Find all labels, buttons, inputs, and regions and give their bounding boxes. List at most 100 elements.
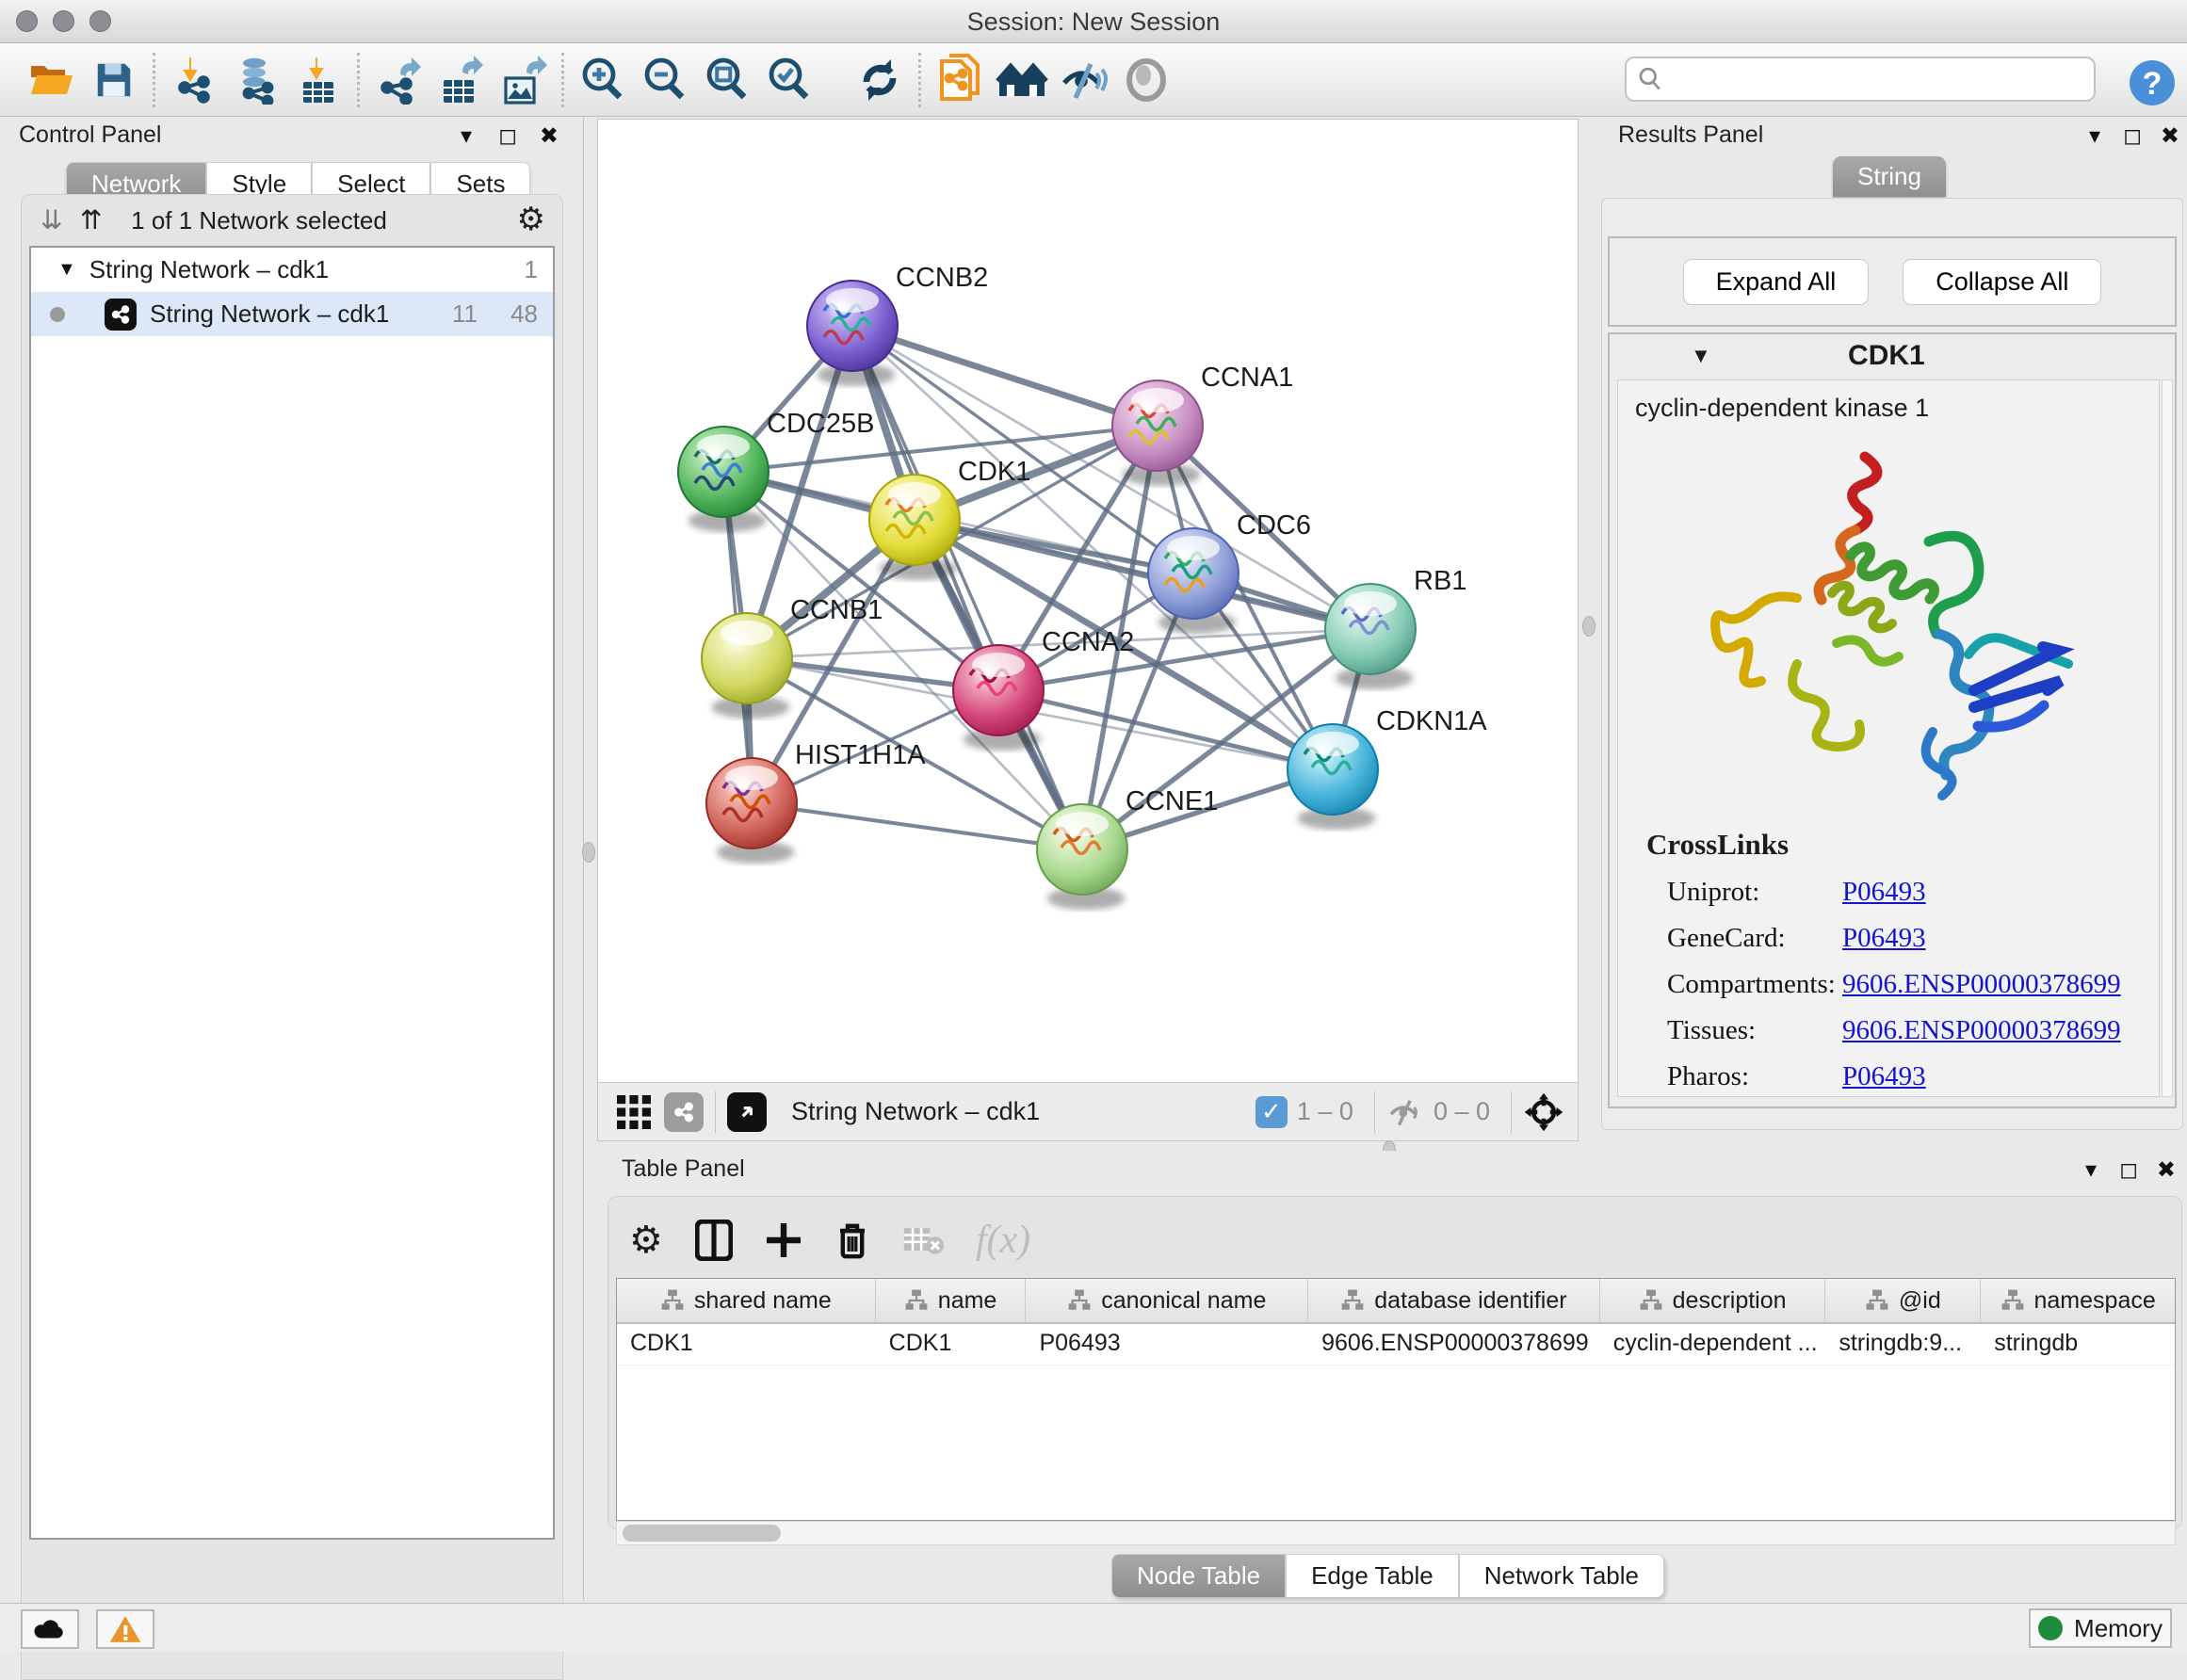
- network-node-count: 11: [452, 299, 478, 329]
- tab-node-table[interactable]: Node Table: [1111, 1554, 1286, 1597]
- string-node-entry: ▼ CDK1 cyclin-dependent kinase 1: [1608, 332, 2177, 1108]
- column-header[interactable]: shared name: [617, 1279, 876, 1322]
- crosslink-label: Uniprot:: [1667, 877, 1842, 908]
- grid-view-button[interactable]: [615, 1093, 653, 1131]
- tab-edge-table[interactable]: Edge Table: [1286, 1554, 1459, 1597]
- tree-expand-caret[interactable]: ▼: [57, 259, 76, 281]
- results-panel: Results Panel ▾ ◻ ✖ String Expand All Co…: [1599, 117, 2187, 1141]
- export-table-button[interactable]: [429, 52, 492, 108]
- network-view-title: String Network – cdk1: [791, 1097, 1256, 1126]
- crosslink-link[interactable]: P06493: [1842, 1061, 1926, 1092]
- crosslink-link[interactable]: 9606.ENSP00000378699: [1842, 969, 2121, 1000]
- open-session-button[interactable]: [21, 52, 83, 108]
- network-edge[interactable]: [852, 326, 1158, 426]
- gray-orb-icon: [1123, 57, 1170, 104]
- column-header[interactable]: namespace: [1981, 1279, 2175, 1322]
- results-panel-close-button[interactable]: ✖: [2161, 122, 2179, 150]
- export-image-icon: [498, 56, 547, 105]
- network-canvas[interactable]: CCNB2CCNA1CDC25BCDK1CDC6RB1CCNB1CCNA2CDK…: [598, 120, 1578, 1082]
- memory-button[interactable]: Memory: [2029, 1608, 2172, 1648]
- right-splitter-handle[interactable]: [1582, 616, 1596, 637]
- export-image-button[interactable]: [492, 52, 554, 108]
- table-panel-close-button[interactable]: ✖: [2157, 1156, 2176, 1184]
- column-header[interactable]: canonical name: [1026, 1279, 1308, 1322]
- reset-zoom-crosshair-button[interactable]: [1523, 1091, 1564, 1133]
- tab-network-table[interactable]: Network Table: [1459, 1554, 1664, 1597]
- crosslink-label: GeneCard:: [1667, 923, 1842, 954]
- table-row[interactable]: CDK1 CDK1 P06493 9606.ENSP00000378699 cy…: [617, 1324, 2175, 1365]
- import-table-icon: [294, 56, 343, 105]
- collapse-all-button[interactable]: Collapse All: [1903, 259, 2101, 305]
- scrollbar-thumb[interactable]: [623, 1525, 781, 1542]
- network-view[interactable]: CCNB2CCNA1CDC25BCDK1CDC6RB1CCNB1CCNA2CDK…: [597, 119, 1579, 1141]
- delete-column-button[interactable]: [834, 1220, 870, 1261]
- zoom-selected-icon: [765, 56, 814, 105]
- network-collection-row[interactable]: ▼ String Network – cdk1 1: [31, 248, 553, 292]
- control-panel-menu-button[interactable]: ▾: [461, 122, 472, 150]
- control-panel-float-button[interactable]: ◻: [498, 122, 517, 150]
- network-node-hist1h1a[interactable]: HIST1H1A: [706, 740, 926, 864]
- hidden-items-icon[interactable]: [1386, 1095, 1424, 1129]
- crosslink-row: GeneCard: P06493: [1646, 923, 2159, 954]
- results-panel-float-button[interactable]: ◻: [2123, 122, 2142, 150]
- network-node-cdc6[interactable]: CDC6: [1148, 510, 1311, 634]
- import-network-file-button[interactable]: [163, 52, 225, 108]
- network-node-cdkn1a[interactable]: CDKN1A: [1288, 706, 1487, 830]
- network-node-cdk1[interactable]: CDK1: [869, 457, 1030, 580]
- column-header[interactable]: database identifier: [1308, 1279, 1600, 1322]
- results-panel-menu-button[interactable]: ▾: [2089, 122, 2100, 150]
- help-button[interactable]: ?: [2121, 55, 2183, 111]
- network-edge[interactable]: [752, 803, 1082, 849]
- table-options-gear-button[interactable]: ⚙: [629, 1219, 663, 1262]
- crosslink-link[interactable]: P06493: [1842, 877, 1926, 908]
- tab-string[interactable]: String: [1833, 156, 1946, 197]
- refresh-button[interactable]: [849, 52, 911, 108]
- column-header[interactable]: description: [1600, 1279, 1826, 1322]
- search-input[interactable]: [1664, 65, 2069, 94]
- zoom-fit-icon: [703, 56, 752, 105]
- network-edge[interactable]: [852, 326, 1082, 849]
- warnings-button[interactable]: [96, 1609, 154, 1649]
- column-header[interactable]: @id: [1825, 1279, 1981, 1322]
- entry-description: cyclin-dependent kinase 1: [1635, 394, 2159, 423]
- table-panel-menu-button[interactable]: ▾: [2085, 1156, 2097, 1184]
- network-share-button[interactable]: [664, 1092, 704, 1132]
- crosslink-link[interactable]: 9606.ENSP00000378699: [1842, 1015, 2121, 1046]
- network-options-gear-button[interactable]: ⚙: [517, 201, 545, 238]
- home-networks-button[interactable]: [991, 52, 1053, 108]
- zoom-selected-button[interactable]: [758, 52, 820, 108]
- network-node-rb1[interactable]: RB1: [1325, 566, 1466, 689]
- toggle-view-button[interactable]: [1115, 52, 1177, 108]
- protein-structure-image: [1686, 428, 2091, 824]
- crosslink-link[interactable]: P06493: [1842, 923, 1926, 954]
- network-node-ccnb1[interactable]: CCNB1: [702, 595, 883, 719]
- expand-all-button[interactable]: Expand All: [1683, 259, 1870, 305]
- zoom-fit-button[interactable]: [696, 52, 758, 108]
- control-panel: Control Panel ▾ ◻ ✖ Network Style Select…: [0, 117, 584, 1601]
- show-columns-button[interactable]: [695, 1220, 733, 1261]
- zoom-in-icon: [578, 56, 627, 105]
- birds-eye-view-button[interactable]: [727, 1092, 767, 1132]
- entry-collapse-caret[interactable]: ▼: [1691, 344, 1711, 368]
- results-scrollbar[interactable]: [2162, 380, 2173, 1097]
- window-title: Session: New Session: [0, 8, 2187, 37]
- node-label: CDK1: [958, 457, 1030, 487]
- zoom-out-button[interactable]: [634, 52, 696, 108]
- string-app-button[interactable]: [929, 52, 991, 108]
- left-splitter-handle[interactable]: [582, 842, 595, 863]
- add-column-button[interactable]: [765, 1221, 802, 1259]
- control-panel-close-button[interactable]: ✖: [540, 122, 559, 150]
- export-network-button[interactable]: [367, 52, 429, 108]
- column-header[interactable]: name: [876, 1279, 1027, 1322]
- network-row[interactable]: String Network – cdk1 11 48: [31, 292, 553, 336]
- table-panel-float-button[interactable]: ◻: [2119, 1156, 2138, 1184]
- zoom-in-button[interactable]: [572, 52, 634, 108]
- automation-cloud-button[interactable]: [21, 1609, 79, 1649]
- import-table-button[interactable]: [287, 52, 349, 108]
- hide-unhide-button[interactable]: [1053, 52, 1115, 108]
- selected-nodes-checkbox[interactable]: ✓: [1256, 1096, 1288, 1128]
- save-session-button[interactable]: [83, 52, 145, 108]
- search-field[interactable]: [1625, 57, 2096, 102]
- import-network-database-button[interactable]: [225, 52, 287, 108]
- table-horizontal-scrollbar[interactable]: [616, 1521, 2176, 1545]
